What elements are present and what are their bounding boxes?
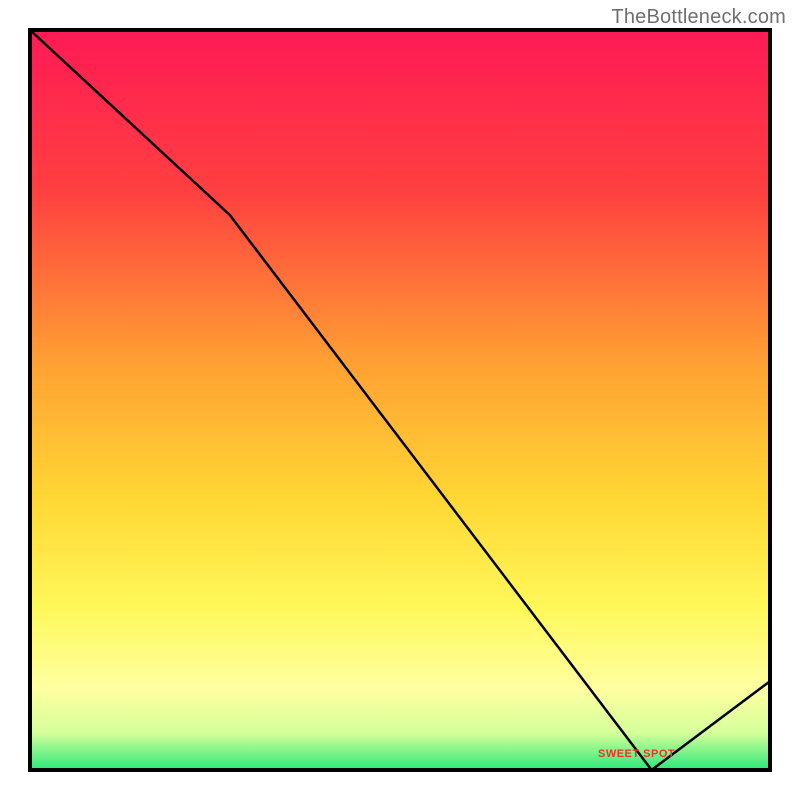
chart-svg (0, 0, 800, 800)
sweet-spot-label: SWEET SPOT (598, 748, 675, 760)
plot-background (30, 30, 770, 770)
chart-container: TheBottleneck.com SWEET SPOT (0, 0, 800, 800)
attribution-text: TheBottleneck.com (611, 6, 786, 29)
